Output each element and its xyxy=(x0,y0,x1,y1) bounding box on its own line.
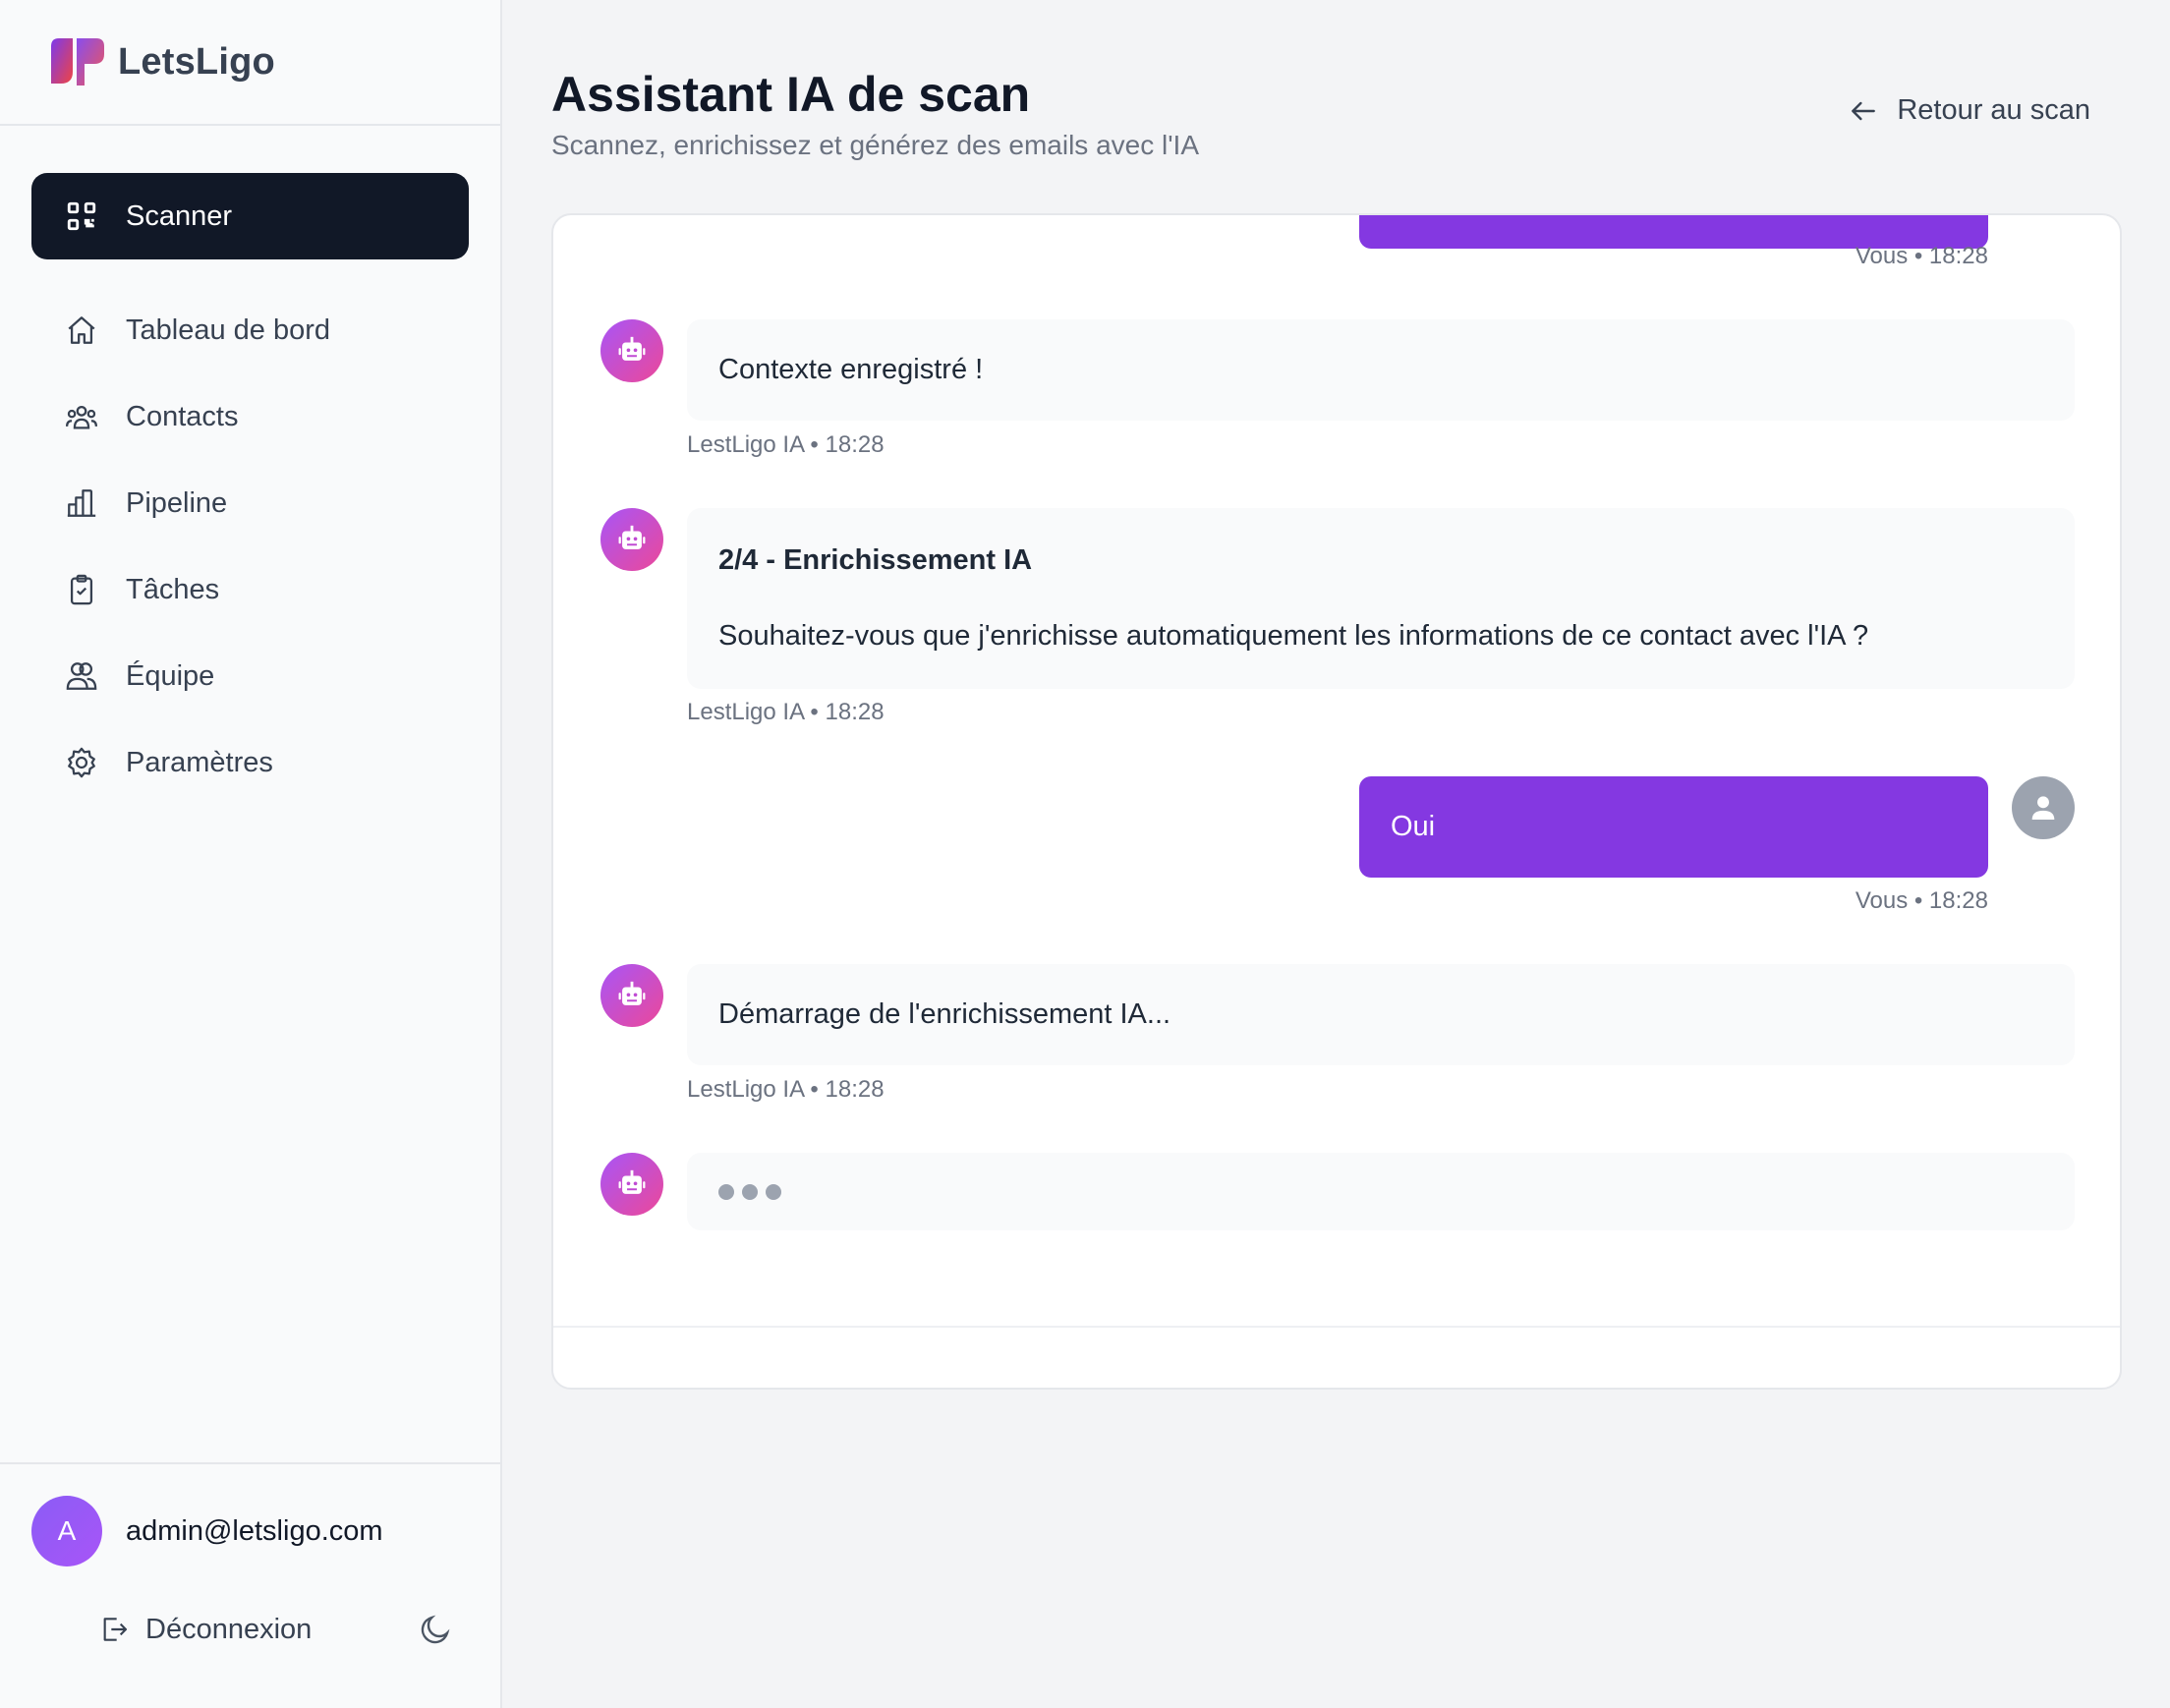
sidebar-item-label: Tableau de bord xyxy=(126,313,330,346)
bot-message-bubble: 2/4 - Enrichissement IA Souhaitez-vous q… xyxy=(687,508,2075,689)
typing-indicator xyxy=(687,1153,2075,1230)
user-profile[interactable]: A admin@letsligo.com xyxy=(0,1464,502,1566)
qr-scan-icon xyxy=(65,199,98,233)
avatar: A xyxy=(31,1496,102,1566)
sidebar-item-scanner[interactable]: Scanner xyxy=(31,173,469,259)
back-label: Retour au scan xyxy=(1897,94,2090,126)
brand-name: LetsLigo xyxy=(118,40,275,83)
message-title: 2/4 - Enrichissement IA xyxy=(718,544,1033,576)
message-meta: Vous • 18:28 xyxy=(1855,887,1988,914)
robot-icon xyxy=(618,981,646,1005)
message-text: Démarrage de l'enrichissement IA... xyxy=(718,998,1171,1030)
letsligo-logo-icon xyxy=(51,38,104,85)
message-meta: LestLigo IA • 18:28 xyxy=(687,431,885,458)
message-meta: LestLigo IA • 18:28 xyxy=(687,699,885,725)
logout-button[interactable]: Déconnexion xyxy=(98,1614,312,1646)
typing-dot xyxy=(718,1183,734,1200)
logout-label: Déconnexion xyxy=(145,1613,313,1645)
sidebar-nav: Scanner Tableau de bord Contacts Pipelin… xyxy=(0,126,500,806)
bot-message-bubble: Démarrage de l'enrichissement IA... xyxy=(687,964,2075,1065)
chat-divider xyxy=(553,1326,2120,1328)
user-message-bubble: Oui xyxy=(1359,776,1988,878)
sidebar-item-label: Paramètres xyxy=(126,746,273,778)
clipboard-check-icon xyxy=(65,573,98,606)
robot-icon xyxy=(618,336,646,361)
bot-message-bubble: Contexte enregistré ! xyxy=(687,319,2075,421)
sidebar-item-settings[interactable]: Paramètres xyxy=(31,719,469,806)
robot-icon xyxy=(618,1169,646,1194)
sidebar-item-dashboard[interactable]: Tableau de bord xyxy=(31,287,469,373)
user-icon xyxy=(2031,796,2055,821)
theme-toggle[interactable] xyxy=(418,1612,453,1647)
typing-dot xyxy=(742,1183,758,1200)
message-text: Oui xyxy=(1391,811,1436,842)
sidebar-item-label: Équipe xyxy=(126,659,215,692)
message-meta: LestLigo IA • 18:28 xyxy=(687,1076,885,1103)
page-header: Assistant IA de scan Scannez, enrichisse… xyxy=(551,61,2114,161)
bot-avatar xyxy=(600,508,663,571)
chat-panel[interactable]: Vous • 18:28 Contexte enregistré ! LestL… xyxy=(551,213,2122,1390)
bot-avatar xyxy=(600,964,663,1027)
sidebar-item-label: Scanner xyxy=(126,199,233,232)
user-email: admin@letsligo.com xyxy=(126,1514,383,1547)
users-icon xyxy=(65,400,98,433)
logout-icon xyxy=(103,1618,128,1641)
sidebar-item-label: Contacts xyxy=(126,400,239,432)
message-meta: Vous • 18:28 xyxy=(1855,243,1988,269)
sidebar-item-label: Pipeline xyxy=(126,486,228,519)
message-text: Contexte enregistré ! xyxy=(718,354,984,385)
bar-chart-icon xyxy=(65,486,98,520)
home-icon xyxy=(65,313,98,347)
message-text: Souhaitez-vous que j'enrichisse automati… xyxy=(718,620,1869,652)
typing-dot xyxy=(766,1183,781,1200)
brand[interactable]: LetsLigo xyxy=(0,0,500,126)
sidebar-item-contacts[interactable]: Contacts xyxy=(31,373,469,460)
user-avatar xyxy=(2012,776,2075,839)
sidebar-item-pipeline[interactable]: Pipeline xyxy=(31,460,469,546)
bot-avatar xyxy=(600,1153,663,1216)
bot-avatar xyxy=(600,319,663,382)
sidebar-item-team[interactable]: Équipe xyxy=(31,633,469,719)
robot-icon xyxy=(618,525,646,549)
page-subtitle: Scannez, enrichissez et générez des emai… xyxy=(551,130,1200,160)
sidebar-item-tasks[interactable]: Tâches xyxy=(31,546,469,633)
back-to-scan-link[interactable]: Retour au scan xyxy=(1848,94,2090,127)
sidebar-item-label: Tâches xyxy=(126,573,220,605)
team-icon xyxy=(65,659,98,693)
arrow-left-icon xyxy=(1852,101,1876,120)
sidebar: LetsLigo Scanner Tableau de bord Contact… xyxy=(0,0,502,1708)
gear-icon xyxy=(65,746,98,779)
moon-icon xyxy=(421,1615,450,1644)
user-block: A admin@letsligo.com Déconnexion xyxy=(0,1462,502,1708)
